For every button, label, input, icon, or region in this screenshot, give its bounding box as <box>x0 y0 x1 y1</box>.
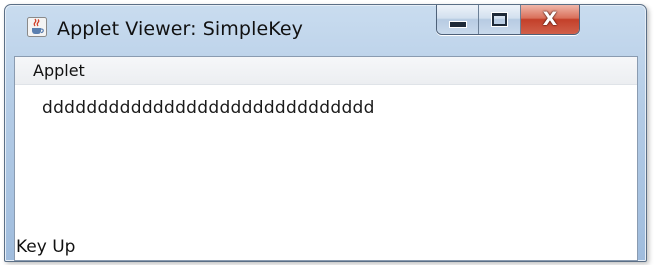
maximize-button[interactable] <box>479 5 521 34</box>
applet-viewer-window: Applet Viewer: SimpleKey X Applet dddddd… <box>4 4 647 262</box>
java-cup-icon <box>27 17 47 37</box>
maximize-icon <box>491 12 508 27</box>
close-button[interactable]: X <box>521 5 579 34</box>
minimize-icon <box>448 21 467 28</box>
minimize-button[interactable] <box>437 5 479 34</box>
typed-characters: dddddddddddddddddddddddddddddd <box>42 98 375 118</box>
menu-bar: Applet <box>15 57 637 85</box>
menu-item-applet[interactable]: Applet <box>33 61 85 80</box>
applet-client-area[interactable]: Applet dddddddddddddddddddddddddddddd Ke… <box>14 56 638 261</box>
window-title: Applet Viewer: SimpleKey <box>57 18 303 40</box>
title-bar[interactable]: Applet Viewer: SimpleKey X <box>5 5 646 49</box>
close-icon: X <box>542 8 558 30</box>
window-controls: X <box>436 5 580 35</box>
key-status-label: Key Up <box>16 237 76 257</box>
